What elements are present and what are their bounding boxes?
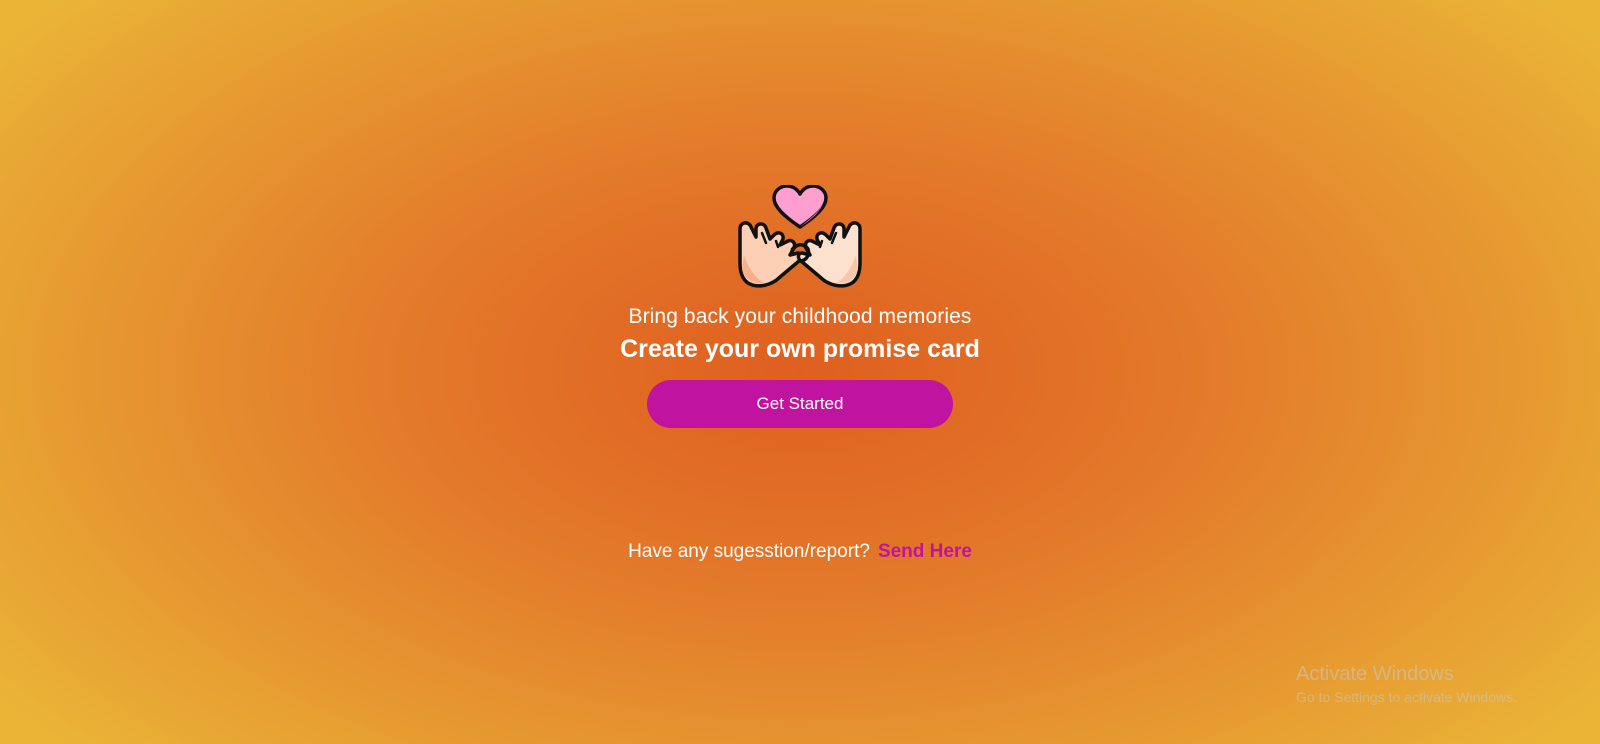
hero-tagline: Bring back your childhood memories xyxy=(628,305,972,328)
feedback-question: Have any sugesstion/report? xyxy=(628,541,870,562)
send-feedback-link[interactable]: Send Here xyxy=(878,541,972,562)
get-started-button[interactable]: Get Started xyxy=(647,380,953,428)
watermark-title: Activate Windows xyxy=(1296,663,1454,685)
watermark-subtitle: Go to Settings to activate Windows. xyxy=(1296,689,1517,705)
feedback-row: Have any sugesstion/report? Send Here xyxy=(0,540,1600,564)
hero-headline: Create your own promise card xyxy=(620,335,980,363)
hero-section: Bring back your childhood memories Creat… xyxy=(0,185,1600,428)
os-activation-watermark: Activate Windows Go to Settings to activ… xyxy=(1296,662,1517,707)
pinky-promise-hands-heart-icon xyxy=(738,185,862,288)
